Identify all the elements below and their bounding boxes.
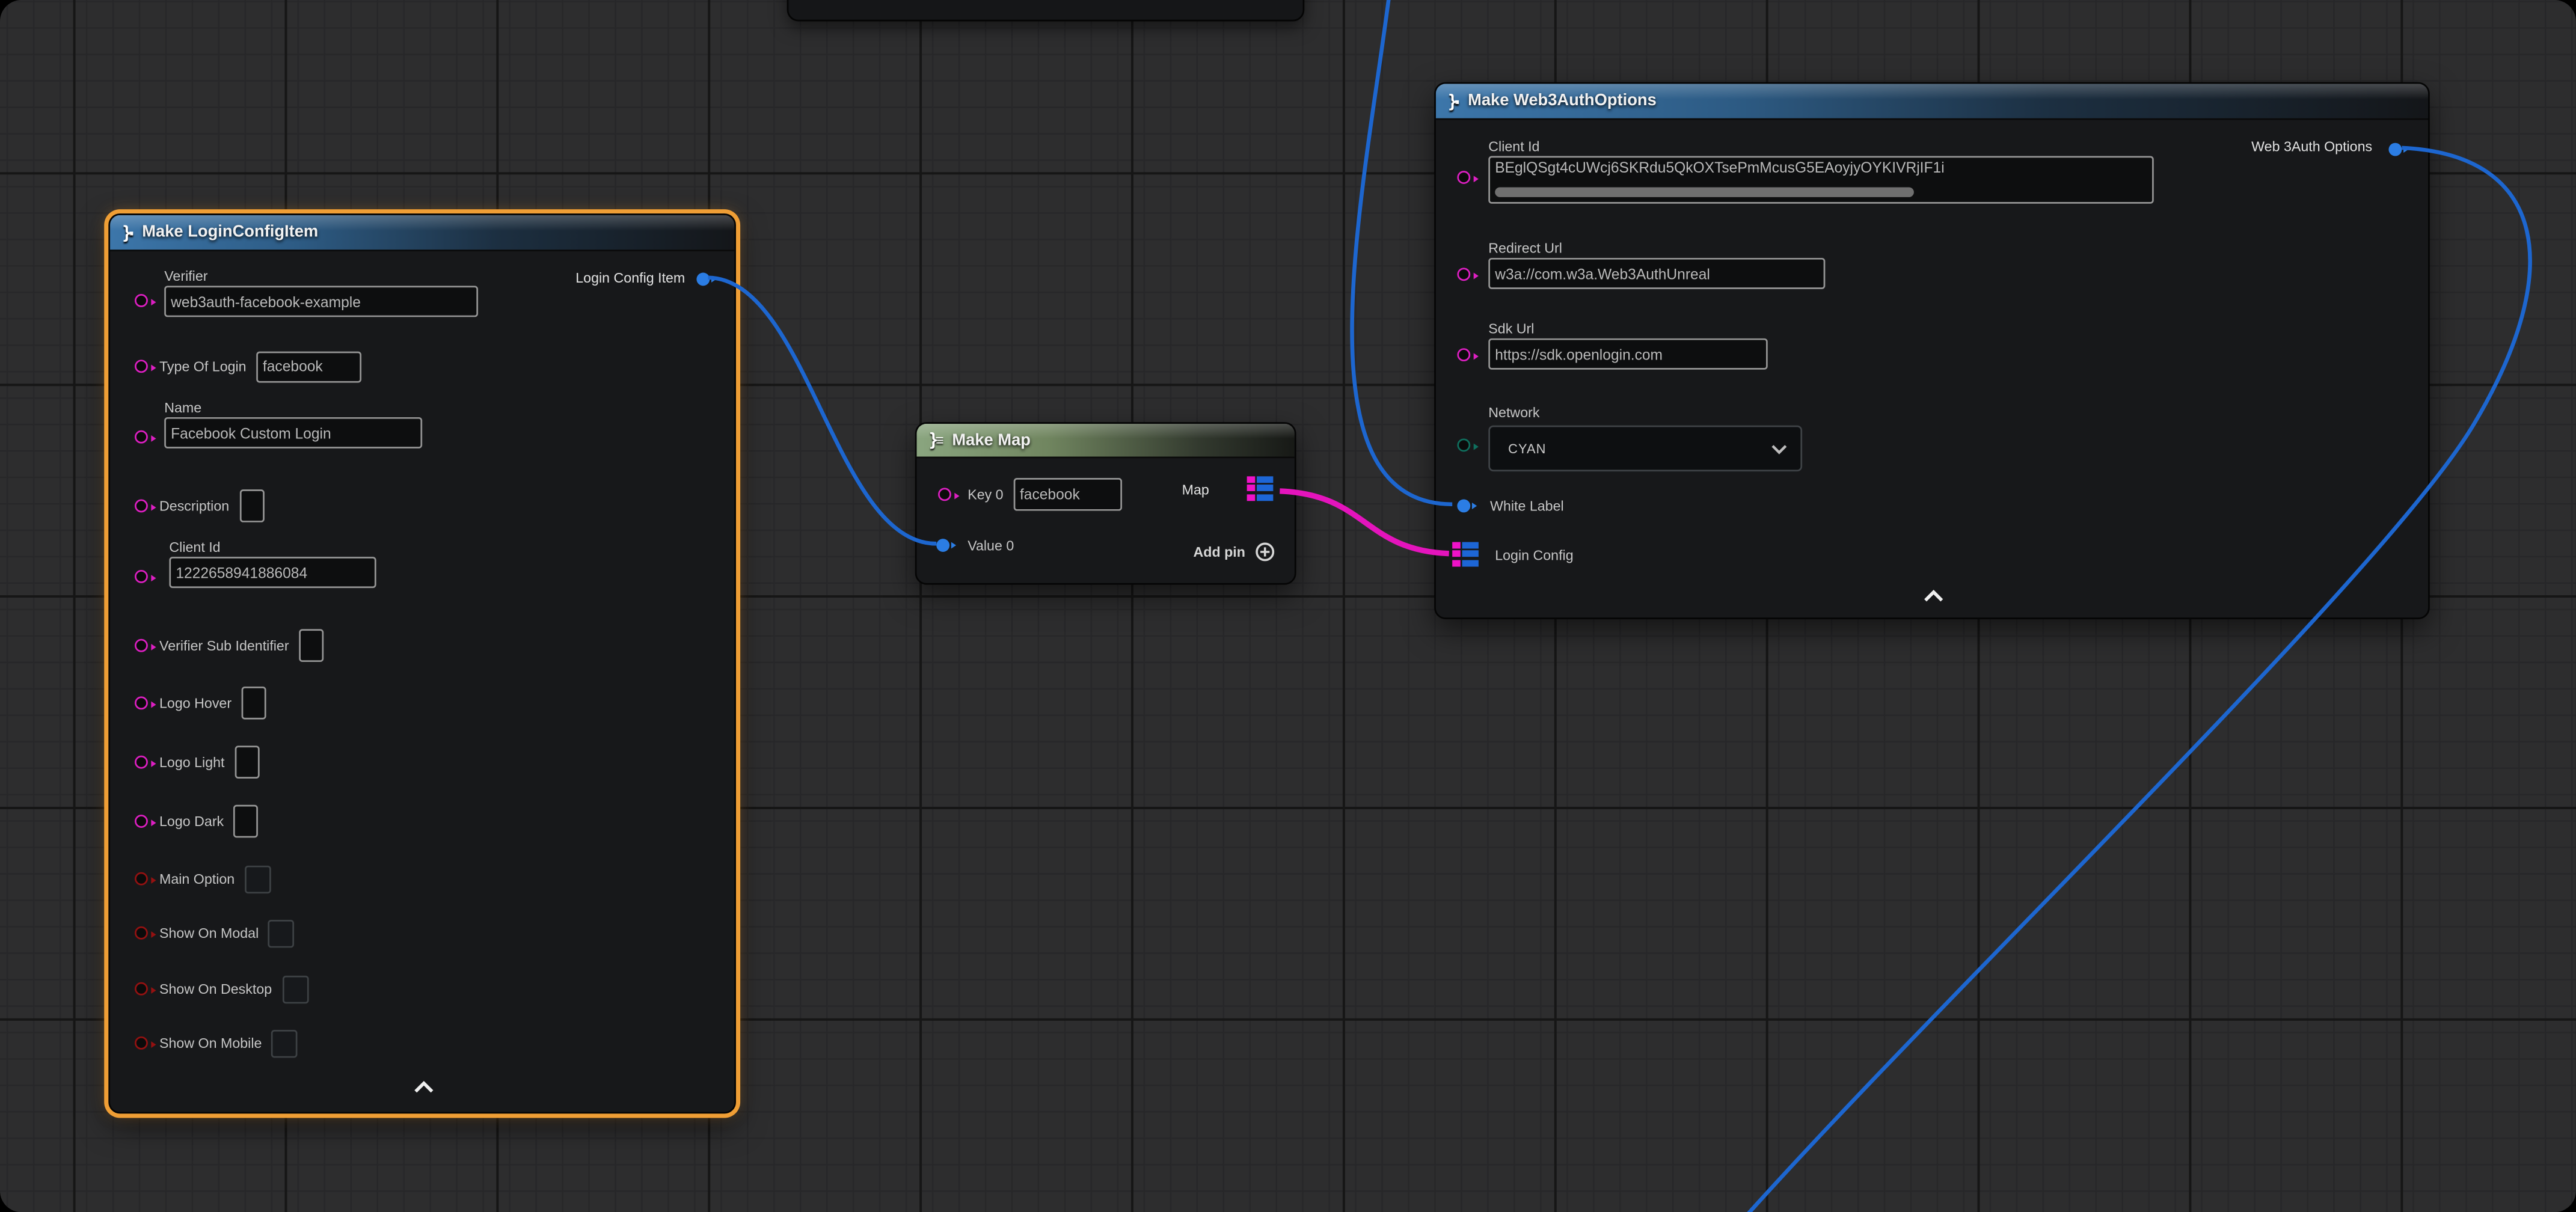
input-pin-type-of-login[interactable] (135, 360, 148, 373)
verifier-field[interactable]: web3auth-facebook-example (164, 286, 478, 317)
logo-dark-field[interactable] (234, 805, 259, 838)
node-title: Make Map (952, 431, 1031, 449)
logo-hover-field[interactable] (241, 687, 266, 720)
input-pin-description[interactable] (135, 500, 148, 513)
show-on-modal-label: Show On Modal (159, 925, 259, 941)
value-0-label: Value 0 (968, 537, 1014, 553)
blueprint-canvas[interactable]: {▪ Make LoginConfigItem Login Config Ite… (0, 0, 2576, 1212)
wire-login-config-item-to-value-0[interactable] (708, 278, 937, 544)
input-pin-main-option[interactable] (135, 872, 148, 886)
make-container-icon: {≡ (930, 430, 943, 450)
description-field[interactable] (239, 489, 264, 522)
client-id-label: Client Id (169, 539, 376, 555)
login-config-label: Login Config (1495, 547, 1573, 563)
input-pin-verifier[interactable] (135, 294, 148, 307)
output-pin-web3auth-options[interactable] (2388, 143, 2402, 156)
input-pin-show-on-desktop[interactable] (135, 982, 148, 996)
show-on-desktop-checkbox[interactable] (282, 975, 308, 1003)
client-id-field[interactable]: 1222658941886084 (169, 557, 376, 588)
input-pin-name[interactable] (135, 430, 148, 444)
collapse-chevron-icon[interactable] (1922, 590, 1945, 603)
verifier-label: Verifier (164, 268, 478, 284)
white-label-label: White Label (1490, 498, 1564, 514)
show-on-desktop-label: Show On Desktop (159, 981, 272, 997)
node-make-web3authoptions[interactable]: {▪ Make Web3AuthOptions Web 3Auth Option… (1434, 82, 2430, 619)
output-pin-login-config-item[interactable] (696, 273, 710, 286)
add-pin-button[interactable]: Add pin (1193, 537, 1275, 566)
input-pin-show-on-modal[interactable] (135, 926, 148, 940)
node-header-make-web3authoptions[interactable]: {▪ Make Web3AuthOptions (1436, 84, 2428, 120)
main-option-checkbox[interactable] (245, 865, 271, 892)
input-pin-show-on-mobile[interactable] (135, 1036, 148, 1050)
node-make-loginconfigitem[interactable]: {▪ Make LoginConfigItem Login Config Ite… (108, 213, 736, 1113)
node-title: Make Web3AuthOptions (1468, 92, 1657, 110)
node-header-make-map[interactable]: {≡ Make Map (917, 424, 1295, 458)
name-label: Name (164, 399, 422, 415)
input-pin-logo-dark[interactable] (135, 815, 148, 828)
main-option-label: Main Option (159, 871, 235, 887)
network-dropdown-value: CYAN (1508, 441, 1546, 456)
input-pin-value-0[interactable] (936, 539, 949, 552)
output-label-web3auth-options: Web 3Auth Options (2251, 138, 2372, 154)
make-struct-icon: {▪ (1449, 91, 1460, 111)
input-pin-key-0[interactable] (938, 488, 951, 501)
verifier-sub-identifier-label: Verifier Sub Identifier (159, 637, 289, 653)
input-pin-client-id[interactable] (1457, 171, 1470, 184)
show-on-mobile-checkbox[interactable] (272, 1029, 298, 1057)
client-id-label: Client Id (1488, 138, 2154, 154)
output-label-login-config-item: Login Config Item (575, 269, 685, 286)
input-pin-verifier-sub-identifier[interactable] (135, 639, 148, 652)
logo-hover-label: Logo Hover (159, 695, 232, 711)
key-0-label: Key 0 (968, 486, 1003, 503)
map-pin-icon[interactable] (1247, 476, 1273, 500)
node-title: Make LoginConfigItem (142, 224, 318, 242)
type-of-login-field[interactable]: facebook (256, 350, 361, 382)
network-dropdown[interactable]: CYAN (1488, 426, 1802, 471)
client-id-scrollbar[interactable] (1495, 187, 1914, 197)
verifier-sub-identifier-field[interactable] (299, 629, 324, 662)
output-label-map: Map (1182, 482, 1209, 498)
show-on-mobile-label: Show On Mobile (159, 1035, 262, 1051)
logo-dark-label: Logo Dark (159, 813, 224, 829)
make-struct-icon: {▪ (123, 222, 134, 242)
input-pin-logo-hover[interactable] (135, 696, 148, 709)
sdk-url-label: Sdk Url (1488, 320, 1767, 337)
input-pin-sdk-url[interactable] (1457, 348, 1470, 361)
collapse-chevron-icon[interactable] (412, 1081, 435, 1094)
partial-node-top[interactable] (787, 0, 1305, 22)
node-make-map[interactable]: {≡ Make Map Key 0 facebook Map Value 0 A… (915, 422, 1296, 584)
add-pin-plus-icon (1255, 542, 1275, 562)
input-pin-client-id[interactable] (135, 570, 148, 583)
input-pin-network[interactable] (1457, 438, 1470, 451)
input-pin-logo-light[interactable] (135, 756, 148, 769)
login-config-map-pin-icon[interactable] (1452, 542, 1478, 566)
add-pin-label: Add pin (1193, 543, 1245, 560)
redirect-url-label: Redirect Url (1488, 240, 1825, 256)
name-field[interactable]: Facebook Custom Login (164, 417, 422, 448)
sdk-url-field[interactable]: https://sdk.openlogin.com (1488, 338, 1767, 370)
blueprint-graph-stage: {▪ Make LoginConfigItem Login Config Ite… (0, 0, 2576, 1212)
logo-light-label: Logo Light (159, 754, 224, 770)
redirect-url-field[interactable]: w3a://com.w3a.Web3AuthUnreal (1488, 258, 1825, 289)
input-pin-redirect-url[interactable] (1457, 268, 1470, 281)
network-label: Network (1488, 404, 1802, 420)
key-0-field[interactable]: facebook (1013, 478, 1121, 511)
description-label: Description (159, 498, 229, 514)
node-header-make-loginconfigitem[interactable]: {▪ Make LoginConfigItem (110, 215, 734, 251)
chevron-down-icon (1771, 442, 1787, 454)
input-pin-white-label[interactable] (1457, 500, 1470, 513)
type-of-login-label: Type Of Login (159, 358, 247, 375)
show-on-modal-checkbox[interactable] (269, 919, 295, 947)
logo-light-field[interactable] (235, 745, 259, 779)
client-id-field[interactable]: BEglQSgt4cUWcj6SKRdu5QkOXTsePmMcusG5EAoy… (1488, 156, 2154, 204)
